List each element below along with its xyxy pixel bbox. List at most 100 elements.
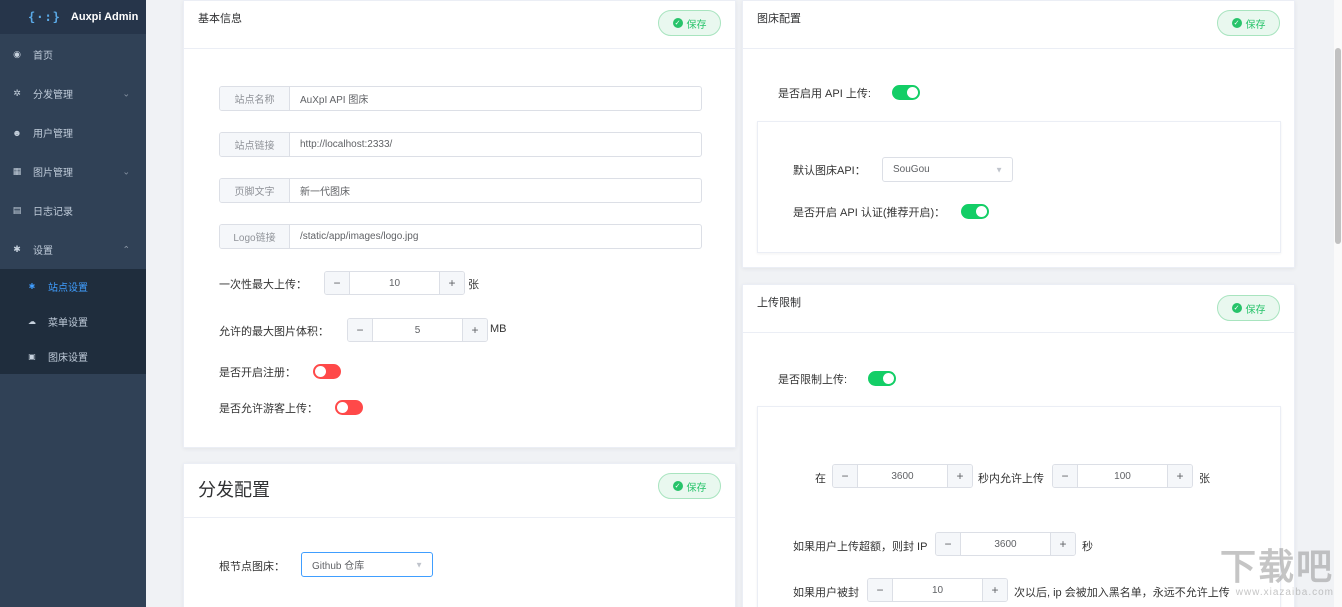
increment-button[interactable]: + (947, 465, 972, 487)
unit-label: MB (490, 323, 507, 335)
check-icon: ✓ (673, 481, 683, 491)
api-settings-panel: 默认图床API： SouGou ▼ 是否开启 API 认证(推荐开启)： (757, 121, 1281, 253)
save-button[interactable]: ✓ 保存 (1217, 295, 1280, 321)
selected-value: SouGou (893, 164, 930, 175)
decrement-button[interactable]: − (348, 319, 373, 341)
ban-seconds-input[interactable]: 3600 (961, 533, 1050, 555)
max-size-input[interactable]: 5 (373, 319, 462, 341)
save-button[interactable]: ✓ 保存 (658, 10, 721, 36)
toggle-knob (315, 366, 326, 377)
rate-count-stepper: − 100 + (1052, 464, 1193, 488)
check-icon: ✓ (673, 18, 683, 28)
cloud-icon: ☁ (27, 317, 37, 326)
rate-seconds-stepper: − 3600 + (832, 464, 973, 488)
allow-register-toggle[interactable] (313, 364, 341, 379)
sidebar: {·:} Auxpi Admin ◉ 首页 ✲ 分发管理 ⌄ ☻ 用户管理 ▦ … (0, 0, 146, 607)
sidebar-item-logs[interactable]: ▤ 日志记录 (0, 191, 146, 230)
rate-count-input[interactable]: 100 (1078, 465, 1167, 487)
root-node-select[interactable]: Github 仓库 ▼ (301, 552, 433, 577)
sidebar-item-label: 菜单设置 (48, 314, 88, 329)
card-title: 基本信息 (198, 10, 242, 26)
logo-url-field: Logo链接 /static/app/images/logo.jpg (219, 224, 702, 249)
sidebar-item-label: 图片管理 (33, 164, 73, 179)
increment-button[interactable]: + (439, 272, 464, 294)
sidebar-item-label: 站点设置 (48, 279, 88, 294)
site-name-field: 站点名称 AuXpI API 图床 (219, 86, 702, 111)
app-title: Auxpi Admin (71, 11, 138, 23)
scrollbar-thumb[interactable] (1335, 48, 1341, 244)
site-url-input[interactable]: http://localhost:2333/ (290, 133, 701, 156)
save-button[interactable]: ✓ 保存 (1217, 10, 1280, 36)
save-label: 保存 (1246, 301, 1266, 316)
decrement-button[interactable]: − (833, 465, 858, 487)
decrement-button[interactable]: − (325, 272, 350, 294)
dashboard-icon: ◉ (12, 49, 22, 60)
unit-label: 张 (1199, 470, 1210, 486)
selected-value: Github 仓库 (312, 557, 364, 572)
decrement-button[interactable]: − (936, 533, 961, 555)
distribution-card: 分发配置 ✓ 保存 根节点图床： Github 仓库 ▼ (183, 463, 736, 607)
increment-button[interactable]: + (1167, 465, 1192, 487)
ban-seconds-stepper: − 3600 + (935, 532, 1076, 556)
page-scrollbar[interactable] (1334, 0, 1342, 607)
rate-seconds-input[interactable]: 3600 (858, 465, 947, 487)
sidebar-item-label: 用户管理 (33, 125, 73, 140)
field-prefix: 站点名称 (220, 87, 290, 110)
chevron-down-icon: ▼ (415, 560, 423, 569)
sidebar-item-users[interactable]: ☻ 用户管理 (0, 113, 146, 152)
save-label: 保存 (1246, 16, 1266, 31)
watermark-url: www.xiazaiba.com (1194, 587, 1334, 598)
chevron-down-icon: ⌄ (122, 88, 130, 99)
api-upload-label: 是否启用 API 上传: (778, 85, 871, 101)
increment-button[interactable]: + (1050, 533, 1075, 555)
card-header: 基本信息 ✓ 保存 (184, 1, 735, 49)
site-name-input[interactable]: AuXpI API 图床 (290, 87, 701, 110)
max-upload-input[interactable]: 10 (350, 272, 439, 294)
field-prefix: 页脚文字 (220, 179, 290, 202)
site-settings-icon: ✱ (27, 282, 37, 291)
increment-button[interactable]: + (982, 579, 1007, 601)
blacklist-label: 如果用户被封 (793, 584, 859, 600)
sidebar-item-image-bed-settings[interactable]: ▣ 图床设置 (0, 339, 146, 374)
root-node-label: 根节点图床： (219, 558, 285, 574)
toggle-knob (883, 373, 894, 384)
api-auth-toggle[interactable] (961, 204, 989, 219)
sidebar-item-site-settings[interactable]: ✱ 站点设置 (0, 269, 146, 304)
increment-button[interactable]: + (462, 319, 487, 341)
basic-info-card: 基本信息 ✓ 保存 站点名称 AuXpI API 图床 站点链接 http://… (183, 0, 736, 448)
footer-text-input[interactable]: 新一代图床 (290, 179, 701, 202)
max-upload-stepper: − 10 + (324, 271, 465, 295)
decrement-button[interactable]: − (1053, 465, 1078, 487)
limit-upload-toggle[interactable] (868, 371, 896, 386)
sidebar-item-menu-settings[interactable]: ☁ 菜单设置 (0, 304, 146, 339)
max-size-label: 允许的最大图片体积： (219, 323, 329, 339)
sidebar-item-home[interactable]: ◉ 首页 (0, 35, 146, 74)
default-api-select[interactable]: SouGou ▼ (882, 157, 1013, 182)
chevron-down-icon: ▼ (995, 165, 1003, 174)
decrement-button[interactable]: − (868, 579, 893, 601)
brand[interactable]: {·:} Auxpi Admin (0, 0, 146, 34)
chevron-down-icon: ⌄ (122, 166, 130, 177)
sidebar-item-distribution[interactable]: ✲ 分发管理 ⌄ (0, 74, 146, 113)
check-icon: ✓ (1232, 303, 1242, 313)
blacklist-count-input[interactable]: 10 (893, 579, 982, 601)
rate-middle-label: 秒内允许上传 (978, 470, 1044, 486)
allow-guest-toggle[interactable] (335, 400, 363, 415)
log-icon: ▤ (12, 205, 22, 216)
api-upload-toggle[interactable] (892, 85, 920, 100)
sidebar-item-settings[interactable]: ✱ 设置 ⌃ (0, 230, 146, 269)
sidebar-item-images[interactable]: ▦ 图片管理 ⌄ (0, 152, 146, 191)
field-prefix: Logo链接 (220, 225, 290, 248)
chevron-up-icon: ⌃ (122, 244, 130, 255)
logo-url-input[interactable]: /static/app/images/logo.jpg (290, 225, 701, 248)
card-header: 上传限制 ✓ 保存 (743, 285, 1294, 333)
save-button[interactable]: ✓ 保存 (658, 473, 721, 499)
footer-text-field: 页脚文字 新一代图床 (219, 178, 702, 203)
logo-icon: {·:} (28, 10, 61, 24)
max-size-stepper: − 5 + (347, 318, 488, 342)
toggle-knob (337, 402, 348, 413)
images-icon: ▦ (12, 166, 22, 177)
users-icon: ☻ (12, 128, 22, 138)
share-icon: ✲ (12, 88, 22, 99)
field-prefix: 站点链接 (220, 133, 290, 156)
